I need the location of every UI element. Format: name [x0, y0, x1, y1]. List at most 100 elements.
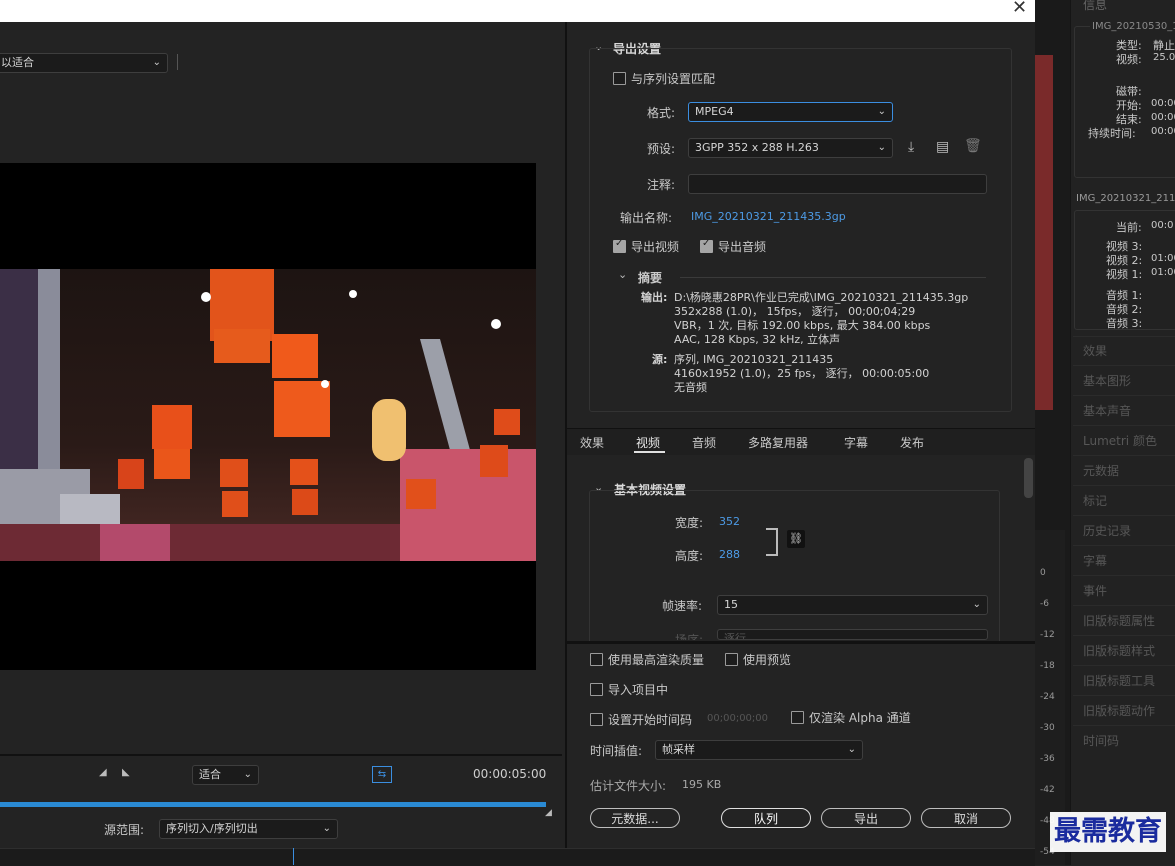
time-interpolation-label: 时间插值:	[590, 744, 643, 758]
panel-history[interactable]: 历史记录	[1083, 522, 1131, 539]
panel-divider	[1073, 635, 1175, 636]
output-name-link[interactable]: IMG_20210321_211435.3gp	[691, 210, 846, 223]
panel-markers[interactable]: 标记	[1083, 492, 1107, 509]
panel-effects[interactable]: 效果	[1083, 342, 1107, 359]
mark-out-icon[interactable]: ◣	[122, 767, 130, 778]
tab-multiplexer[interactable]: 多路复用器	[748, 434, 808, 451]
field-order-dropdown[interactable]: 逐行	[717, 629, 988, 640]
preset-label: 预设:	[647, 142, 676, 156]
save-preset-icon[interactable]: ⤓	[908, 139, 914, 155]
panel-legacy-title-properties[interactable]: 旧版标题属性	[1083, 612, 1155, 629]
meter-tick: -36	[1040, 754, 1055, 764]
source-range-dropdown[interactable]: 序列切入/序列切出 ⌄	[159, 819, 338, 839]
track-label: 视频 1:	[1106, 268, 1143, 281]
panel-legacy-title-styles[interactable]: 旧版标题样式	[1083, 642, 1155, 659]
zoom-fit-dropdown[interactable]: 适合 ⌄	[192, 765, 259, 785]
background-thumbnail	[1035, 55, 1053, 410]
time-interpolation-dropdown[interactable]: 帧采样 ⌄	[655, 740, 863, 760]
clip-video-value: 25.00	[1153, 52, 1175, 63]
close-icon[interactable]: ✕	[1012, 0, 1027, 18]
export-audio-checkbox[interactable]	[700, 238, 713, 253]
link-icon[interactable]: ⛓	[787, 530, 805, 548]
summary-output-label: 输出:	[641, 291, 668, 304]
match-sequence-checkbox[interactable]	[613, 72, 626, 85]
panel-captions[interactable]: 字幕	[1083, 552, 1107, 569]
track-value: 01:00	[1151, 253, 1175, 264]
source-timecode: 00:00:05:00	[473, 767, 547, 781]
format-dropdown[interactable]: MPEG4 ⌄	[688, 102, 893, 122]
frame-rate-label: 帧速率:	[662, 599, 703, 613]
field-order-label: 场序:	[675, 633, 704, 640]
clip-name: IMG_20210530_1...	[1090, 21, 1175, 32]
preset-value: 3GPP 352 x 288 H.263	[695, 141, 819, 154]
panel-legacy-title-tools[interactable]: 旧版标题工具	[1083, 672, 1155, 689]
panel-essential-graphics[interactable]: 基本图形	[1083, 372, 1131, 389]
comment-input[interactable]	[688, 174, 987, 194]
panel-divider	[1073, 455, 1175, 456]
height-label: 高度:	[675, 549, 704, 563]
summary-collapse-icon[interactable]: ⌄	[618, 268, 627, 281]
preset-dropdown[interactable]: 3GPP 352 x 288 H.263 ⌄	[688, 138, 893, 158]
tab-audio[interactable]: 音频	[692, 434, 716, 451]
aspect-correction-icon[interactable]: ⇆	[372, 766, 392, 783]
export-button[interactable]: 导出	[821, 808, 911, 828]
basic-video-box	[589, 490, 1000, 644]
panel-divider	[1073, 725, 1175, 726]
panel-divider	[1073, 545, 1175, 546]
track-label: 音频 3:	[1106, 317, 1143, 330]
export-video-label: 导出视频	[631, 240, 680, 254]
panel-metadata[interactable]: 元数据	[1083, 462, 1119, 479]
info-panel-title[interactable]: 信息	[1083, 0, 1107, 13]
panel-essential-sound[interactable]: 基本声音	[1083, 402, 1131, 419]
render-alpha-checkbox[interactable]	[791, 711, 804, 724]
queue-button[interactable]: 队列	[721, 808, 811, 828]
cancel-button[interactable]: 取消	[921, 808, 1011, 828]
format-label: 格式:	[647, 106, 676, 120]
summary-divider	[680, 277, 986, 278]
playhead-track[interactable]	[0, 802, 546, 807]
panel-legacy-title-actions[interactable]: 旧版标题动作	[1083, 702, 1155, 719]
mark-in-icon[interactable]: ◢	[99, 767, 107, 778]
panel-timecode[interactable]: 时间码	[1083, 732, 1119, 749]
export-video-checkbox[interactable]	[613, 238, 626, 253]
panel-events[interactable]: 事件	[1083, 582, 1107, 599]
fit-dropdown[interactable]: 以适合 ⌄	[0, 53, 168, 73]
panel-divider	[1073, 425, 1175, 426]
set-start-timecode-label: 设置开始时间码	[608, 713, 693, 727]
start-timecode-value: 00;00;00;00	[707, 713, 769, 724]
end-value: 00:00	[1151, 112, 1175, 123]
start-value: 00:00	[1151, 98, 1175, 109]
duration-label: 持续时间:	[1088, 127, 1136, 140]
duration-value: 00:00	[1151, 126, 1175, 137]
source-panel: 以适合 ⌄ ◢ ◣ 适合 ⌄ ⇆ 00:00:05:00 ◢ 源范围: 序列切入…	[0, 22, 562, 865]
tab-video[interactable]: 视频	[636, 434, 660, 451]
import-into-project-label: 导入项目中	[608, 683, 669, 697]
frame-rate-dropdown[interactable]: 15 ⌄	[717, 595, 988, 615]
toolbar-divider	[177, 54, 178, 70]
active-tab-underline	[634, 451, 665, 453]
import-into-project-checkbox[interactable]	[590, 683, 603, 696]
tab-effects[interactable]: 效果	[580, 434, 604, 451]
import-preset-icon[interactable]: ▤	[936, 139, 949, 155]
metadata-button[interactable]: 元数据...	[590, 808, 680, 828]
source-range-value: 序列切入/序列切出	[166, 822, 258, 835]
max-render-quality-label: 使用最高渲染质量	[608, 653, 705, 667]
summary-source-line: 无音频	[674, 381, 707, 394]
time-interpolation-value: 帧采样	[662, 743, 695, 756]
chevron-down-icon: ⌄	[877, 142, 886, 153]
scrollbar-thumb[interactable]	[1024, 458, 1033, 498]
width-value[interactable]: 352	[719, 515, 740, 528]
delete-preset-icon[interactable]: 🗑	[964, 138, 982, 154]
tab-captions[interactable]: 字幕	[844, 434, 868, 451]
playhead-end-marker[interactable]: ◢	[545, 808, 552, 818]
set-start-timecode-checkbox[interactable]	[590, 713, 603, 726]
panel-divider	[1073, 515, 1175, 516]
use-previews-checkbox[interactable]	[725, 653, 738, 666]
panel-divider	[1073, 695, 1175, 696]
panel-lumetri-color[interactable]: Lumetri 颜色	[1083, 432, 1157, 449]
height-value[interactable]: 288	[719, 548, 740, 561]
max-render-quality-checkbox[interactable]	[590, 653, 603, 666]
tab-publish[interactable]: 发布	[900, 434, 924, 451]
chevron-down-icon: ⌄	[972, 599, 981, 610]
panel-divider	[1073, 605, 1175, 606]
